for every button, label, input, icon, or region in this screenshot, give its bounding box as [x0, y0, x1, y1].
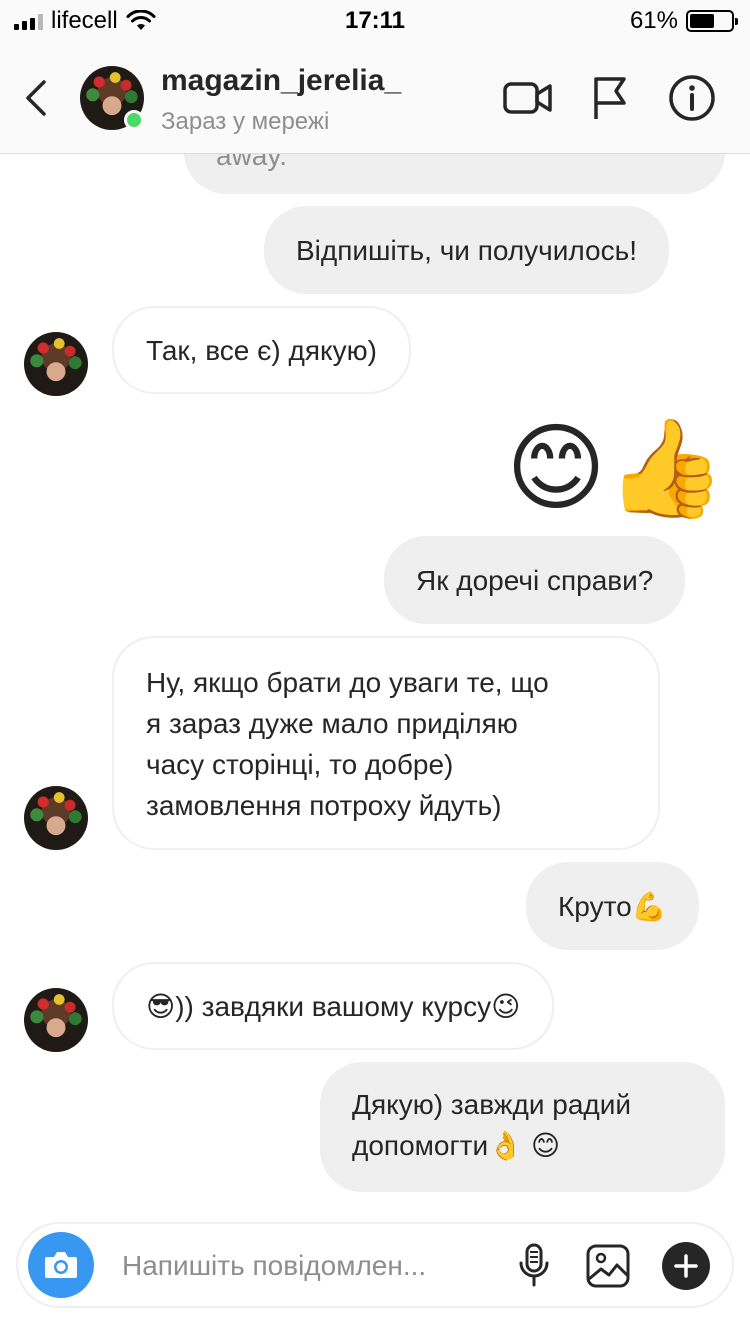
battery-percent: 61% [629, 7, 678, 34]
message-line-text: допомогти [352, 1130, 489, 1161]
message-bubble-outgoing[interactable]: Як доречі справи? [384, 536, 686, 624]
battery-fill [690, 14, 715, 28]
message-thread[interactable]: away. Відпишіть, чи получилось! Так, все… [0, 154, 750, 1214]
message-bubble-incoming[interactable]: 😎 )) завдяки вашому курсу 😉 [112, 962, 555, 1050]
message-line: часу сторінці, то добре) [146, 749, 454, 780]
flexed-biceps-emoji: 💪 [631, 889, 667, 923]
plus-icon [674, 1254, 698, 1278]
message-text: away. [216, 154, 288, 171]
flag-icon [594, 77, 626, 119]
more-options-button[interactable] [662, 1242, 710, 1290]
camera-icon [45, 1252, 77, 1278]
smiling-face-emoji: 😊 [530, 1129, 561, 1162]
emoji-message[interactable]: 😊👍 [506, 420, 726, 516]
info-button[interactable] [664, 70, 720, 126]
message-line: допомогти👌 😊 [352, 1125, 631, 1166]
image-icon [586, 1244, 630, 1288]
status-bar: lifecell 17:11 61% [0, 0, 750, 40]
message-text: Дякую) завжди радий допомогти👌 😊 [352, 1084, 631, 1166]
message-input[interactable] [122, 1246, 492, 1286]
message-bubble-incoming[interactable]: Ну, якщо брати до уваги те, що я зараз д… [112, 636, 660, 850]
message-text: Так, все є) дякую) [146, 334, 377, 366]
message-bubble-outgoing[interactable]: Круто 💪 [526, 862, 699, 950]
info-icon [669, 75, 715, 121]
message-composer [16, 1222, 734, 1308]
contact-status: Зараз у мережі [161, 108, 330, 135]
message-text: Як доречі справи? [416, 564, 654, 596]
smiling-face-emoji: 😊 [506, 412, 607, 524]
sunglasses-emoji: 😎 [146, 989, 176, 1023]
message-text: Ну, якщо брати до уваги те, що я зараз д… [146, 662, 549, 826]
camera-button[interactable] [28, 1232, 94, 1298]
ok-hand-emoji: 👌 [488, 1129, 524, 1162]
microphone-icon [519, 1243, 549, 1287]
message-bubble-outgoing[interactable]: away. [184, 154, 725, 194]
sender-avatar[interactable] [24, 786, 88, 850]
gallery-button[interactable] [582, 1240, 634, 1292]
thumbs-up-emoji: 👍 [606, 412, 726, 524]
sender-avatar[interactable] [24, 988, 88, 1052]
message-line: я зараз дуже мало приділяю [146, 708, 518, 739]
message-line: замовлення потроху йдуть) [146, 790, 502, 821]
message-text: Відпишіть, чи получилось! [296, 234, 637, 266]
winking-face-emoji: 😉 [491, 989, 521, 1023]
message-line: Дякую) завжди радий [352, 1089, 632, 1120]
message-bubble-outgoing[interactable]: Дякую) завжди радий допомогти👌 😊 [320, 1062, 725, 1192]
battery-icon [686, 10, 738, 32]
message-text: )) завдяки вашому курсу [175, 990, 492, 1022]
sender-avatar[interactable] [24, 332, 88, 396]
voice-message-button[interactable] [508, 1240, 560, 1292]
message-text: Круто [558, 890, 632, 922]
contact-username[interactable]: magazin_jerelia_ [161, 64, 401, 98]
back-button[interactable] [20, 76, 54, 120]
message-bubble-outgoing[interactable]: Відпишіть, чи получилось! [264, 206, 669, 294]
report-button[interactable] [582, 70, 638, 126]
chevron-left-icon [26, 80, 46, 116]
online-indicator [124, 110, 144, 130]
video-camera-icon [503, 82, 552, 114]
video-call-button[interactable] [500, 70, 556, 126]
status-right: 61% [629, 7, 738, 35]
chat-header: magazin_jerelia_ Зараз у мережі [0, 40, 750, 154]
message-bubble-incoming[interactable]: Так, все є) дякую) [112, 306, 411, 394]
message-line: Ну, якщо брати до уваги те, що [146, 667, 549, 698]
